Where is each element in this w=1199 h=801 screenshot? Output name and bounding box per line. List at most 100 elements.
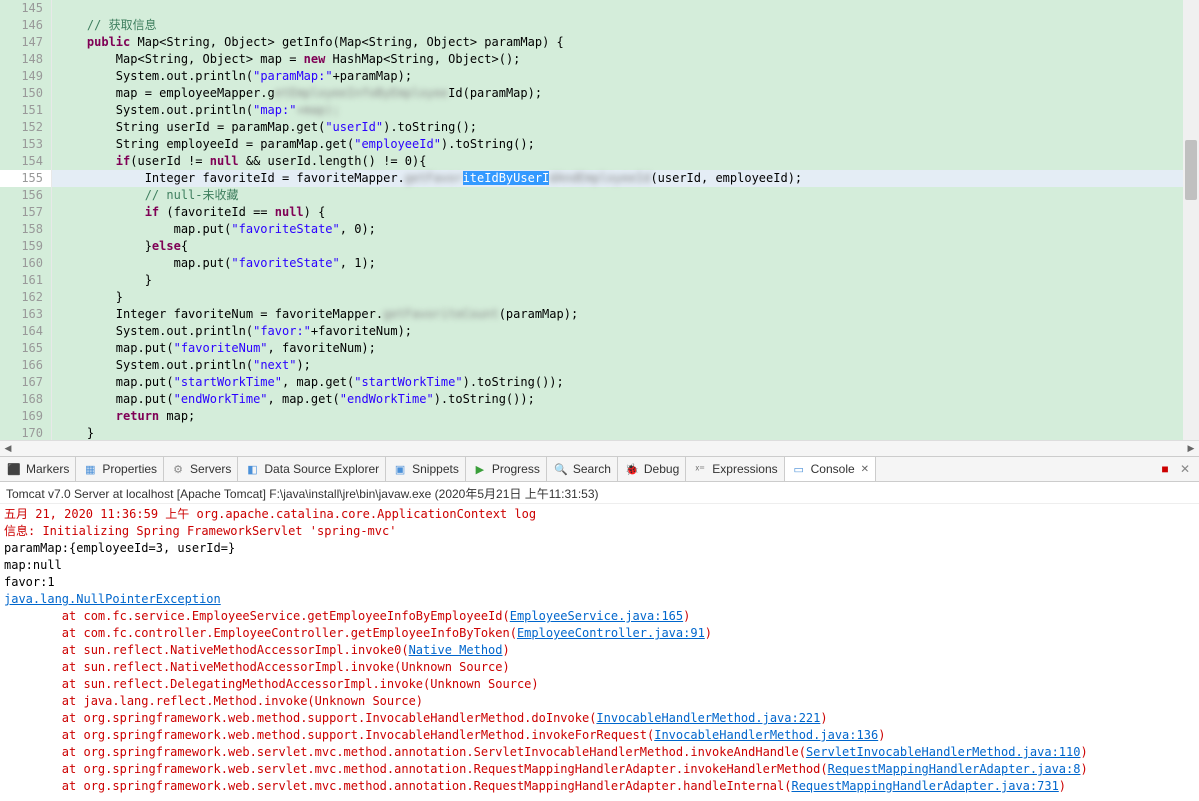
line-number: 161 (0, 272, 51, 289)
code-line[interactable]: // 获取信息 (52, 17, 1199, 34)
tab-icon: ⚙ (170, 461, 186, 477)
tab-console[interactable]: ▭ Console ✕ (785, 457, 876, 481)
tab-data-source-explorer[interactable]: ◧Data Source Explorer (238, 457, 386, 481)
line-number: 168 (0, 391, 51, 408)
code-line[interactable]: if (favoriteId == null) { (52, 204, 1199, 221)
code-line[interactable]: Integer favoriteNum = favoriteMapper.get… (52, 306, 1199, 323)
code-line[interactable]: System.out.println("next"); (52, 357, 1199, 374)
view-tabs: ⬛ Markers ▦Properties ⚙ Servers ◧Data Source … (0, 456, 1199, 482)
console-line: at org.springframework.web.method.suppor… (4, 727, 1195, 744)
console-output[interactable]: 五月 21, 2020 11:36:59 上午 org.apache.catal… (0, 504, 1199, 797)
console-line: 五月 21, 2020 11:36:59 上午 org.apache.catal… (4, 506, 1195, 523)
vertical-scrollbar[interactable] (1183, 0, 1199, 440)
line-number: 167 (0, 374, 51, 391)
line-number: 170 (0, 425, 51, 440)
console-line: paramMap:{employeeId=3, userId=} (4, 540, 1195, 557)
code-line[interactable]: } (52, 272, 1199, 289)
tab-label: Console (811, 462, 855, 476)
tab-icon: ▭ (791, 461, 807, 477)
console-line: at com.fc.controller.EmployeeController.… (4, 625, 1195, 642)
code-line[interactable]: String employeeId = paramMap.get("employ… (52, 136, 1199, 153)
code-line[interactable]: if(userId != null && userId.length() != … (52, 153, 1199, 170)
console-line: favor:1 (4, 574, 1195, 591)
tab-expressions[interactable]: ˣ⁼Expressions (686, 457, 784, 481)
stack-trace-link[interactable]: RequestMappingHandlerAdapter.java:731 (791, 779, 1058, 793)
code-line[interactable]: map.put("favoriteNum", favoriteNum); (52, 340, 1199, 357)
code-line[interactable]: map.put("endWorkTime", map.get("endWorkT… (52, 391, 1199, 408)
stack-trace-link[interactable]: java.lang.NullPointerException (4, 592, 221, 606)
line-number: 149 (0, 68, 51, 85)
line-number: 146 (0, 17, 51, 34)
stack-trace-link[interactable]: ServletInvocableHandlerMethod.java:110 (806, 745, 1081, 759)
code-line[interactable]: // null-未收藏 (52, 187, 1199, 204)
stack-trace-link[interactable]: InvocableHandlerMethod.java:136 (654, 728, 878, 742)
line-number: 158 (0, 221, 51, 238)
tab-progress[interactable]: ▶Progress (466, 457, 547, 481)
tab-markers[interactable]: ⬛ Markers (0, 457, 76, 481)
code-line[interactable]: } (52, 425, 1199, 440)
terminate-icon[interactable]: ■ (1157, 461, 1173, 477)
code-line[interactable]: map.put("favoriteState", 1); (52, 255, 1199, 272)
horizontal-scrollbar[interactable]: ◀ ▶ (0, 440, 1199, 456)
line-number: 148 (0, 51, 51, 68)
code-line[interactable]: String userId = paramMap.get("userId").t… (52, 119, 1199, 136)
tab-label: Servers (190, 462, 231, 476)
tab-servers[interactable]: ⚙ Servers (164, 457, 238, 481)
tab-properties[interactable]: ▦Properties (76, 457, 164, 481)
tab-label: Markers (26, 462, 69, 476)
tab-icon: ⬛ (6, 461, 22, 477)
stack-trace-link[interactable]: EmployeeService.java:165 (510, 609, 683, 623)
code-editor[interactable]: 1451461471481491501511521531541551561571… (0, 0, 1199, 440)
line-gutter: 1451461471481491501511521531541551561571… (0, 0, 52, 440)
code-line[interactable]: System.out.println("favor:"+favoriteNum)… (52, 323, 1199, 340)
line-number: 145 (0, 0, 51, 17)
code-line[interactable]: System.out.println("map:"+map); (52, 102, 1199, 119)
code-line[interactable]: map = employeeMapper.getEmployeeInfoByEm… (52, 85, 1199, 102)
code-line[interactable]: Integer favoriteId = favoriteMapper.getF… (52, 170, 1199, 187)
line-number: 150 (0, 85, 51, 102)
code-line[interactable] (52, 0, 1199, 17)
tab-close-icon[interactable]: ✕ (861, 464, 869, 475)
console-line: at sun.reflect.DelegatingMethodAccessorI… (4, 676, 1195, 693)
line-number: 163 (0, 306, 51, 323)
code-line[interactable]: map.put("favoriteState", 0); (52, 221, 1199, 238)
line-number: 151 (0, 102, 51, 119)
stack-trace-link[interactable]: EmployeeController.java:91 (517, 626, 705, 640)
console-line: at org.springframework.web.servlet.mvc.m… (4, 744, 1195, 761)
code-line[interactable]: public Map<String, Object> getInfo(Map<S… (52, 34, 1199, 51)
code-line[interactable]: map.put("startWorkTime", map.get("startW… (52, 374, 1199, 391)
console-line: at org.springframework.web.servlet.mvc.m… (4, 761, 1195, 778)
console-line: map:null (4, 557, 1195, 574)
code-line[interactable]: System.out.println("paramMap:"+paramMap)… (52, 68, 1199, 85)
tab-debug[interactable]: 🐞 Debug (618, 457, 686, 481)
line-number: 157 (0, 204, 51, 221)
code-content[interactable]: // 获取信息 public Map<String, Object> getIn… (52, 0, 1199, 440)
line-number: 164 (0, 323, 51, 340)
code-line[interactable]: } (52, 289, 1199, 306)
tab-icon: 🐞 (624, 461, 640, 477)
scrollbar-thumb[interactable] (1185, 140, 1197, 200)
code-line[interactable]: }else{ (52, 238, 1199, 255)
stack-trace-link[interactable]: Native Method (409, 643, 503, 657)
scroll-left-icon[interactable]: ◀ (0, 441, 16, 457)
line-number: 153 (0, 136, 51, 153)
line-number: 156 (0, 187, 51, 204)
tab-snippets[interactable]: ▣Snippets (386, 457, 466, 481)
tab-icon: ◧ (244, 461, 260, 477)
stack-trace-link[interactable]: InvocableHandlerMethod.java:221 (596, 711, 820, 725)
line-number: 152 (0, 119, 51, 136)
stack-trace-link[interactable]: RequestMappingHandlerAdapter.java:8 (828, 762, 1081, 776)
console-header: Tomcat v7.0 Server at localhost [Apache … (0, 482, 1199, 504)
tab-label: Properties (102, 462, 157, 476)
scroll-right-icon[interactable]: ▶ (1183, 441, 1199, 457)
console-line: at org.springframework.web.method.suppor… (4, 710, 1195, 727)
line-number: 165 (0, 340, 51, 357)
tab-label: Snippets (412, 462, 459, 476)
tab-search[interactable]: 🔍Search (547, 457, 618, 481)
tab-label: Debug (644, 462, 679, 476)
console-line: at java.lang.reflect.Method.invoke(Unkno… (4, 693, 1195, 710)
code-line[interactable]: return map; (52, 408, 1199, 425)
line-number: 160 (0, 255, 51, 272)
close-console-icon[interactable]: ✕ (1177, 461, 1193, 477)
code-line[interactable]: Map<String, Object> map = new HashMap<St… (52, 51, 1199, 68)
